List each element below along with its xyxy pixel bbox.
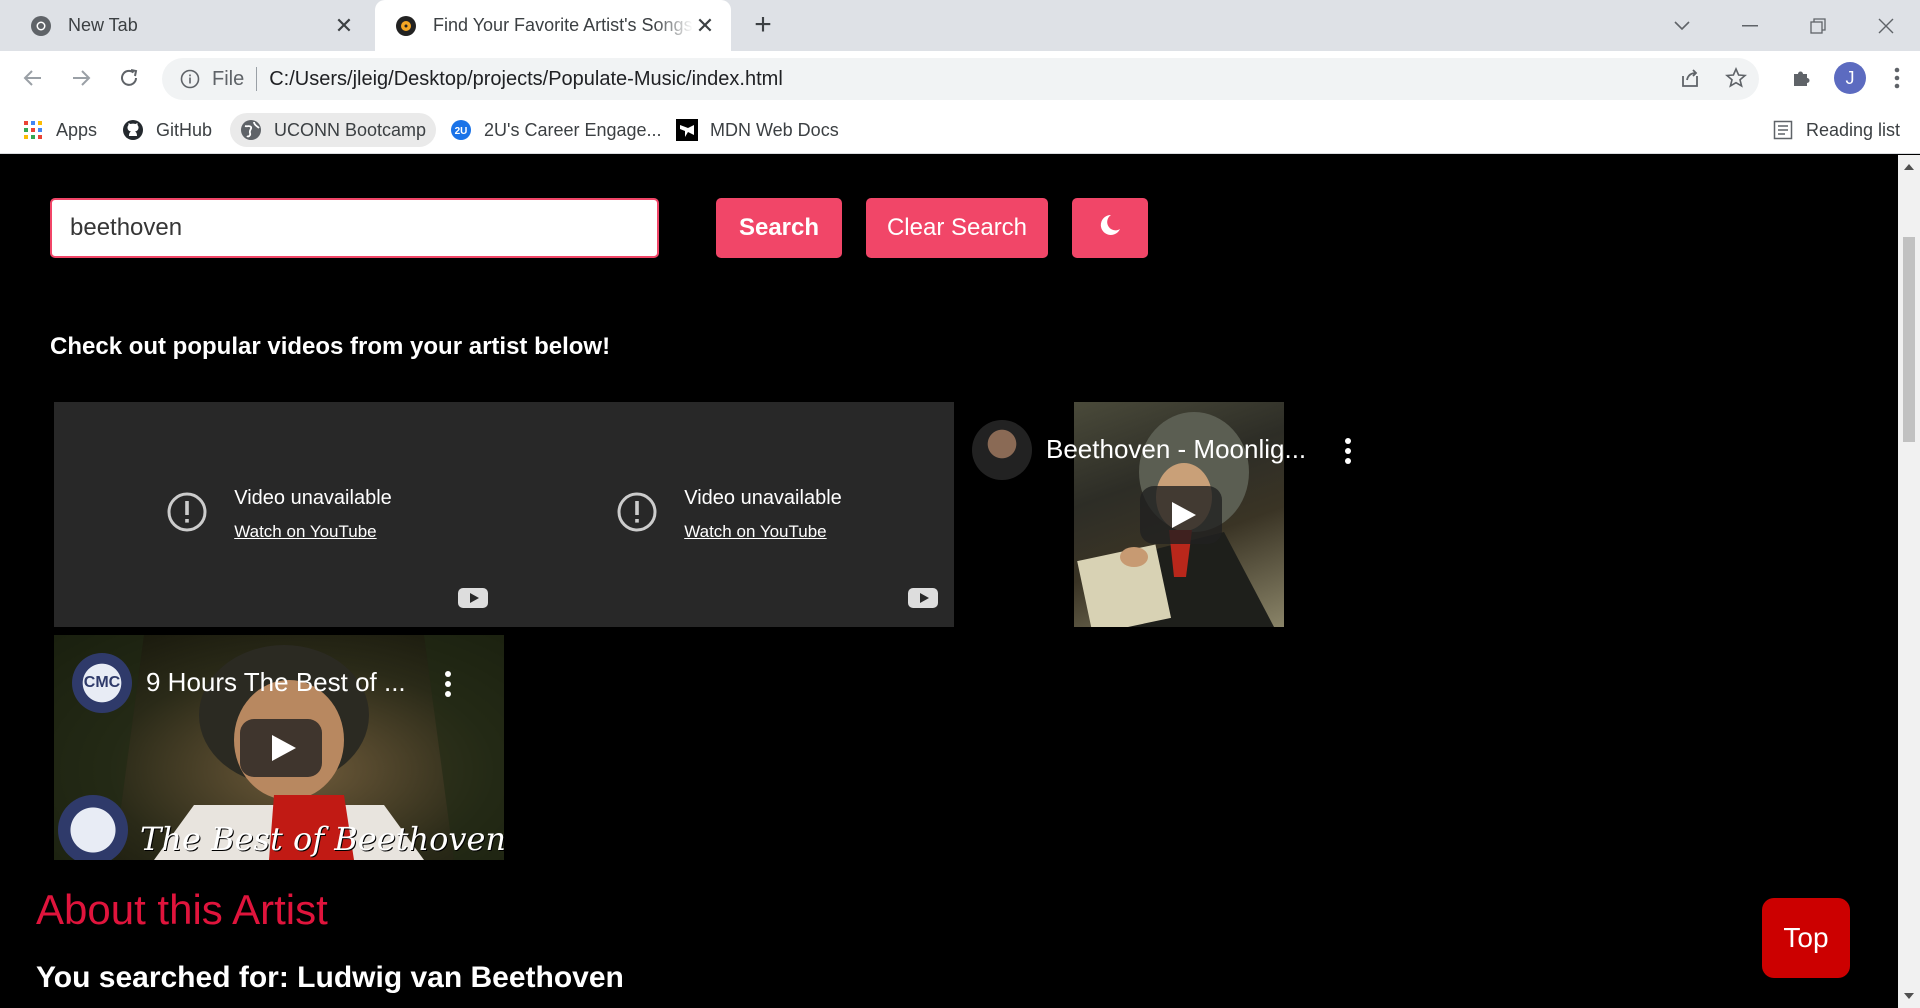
bookmark-label: 2U's Career Engage... bbox=[484, 119, 662, 140]
2u-icon: 2U bbox=[450, 119, 472, 141]
chrome-icon bbox=[30, 15, 52, 37]
channel-avatar[interactable] bbox=[972, 420, 1032, 480]
more-vert-icon[interactable] bbox=[1874, 67, 1920, 89]
video-unavailable-text: Video unavailable bbox=[684, 487, 842, 509]
more-vert-icon[interactable] bbox=[444, 671, 452, 697]
dark-mode-toggle-button[interactable] bbox=[1072, 198, 1148, 258]
share-icon[interactable] bbox=[1679, 67, 1701, 94]
bookmark-label: GitHub bbox=[156, 119, 213, 140]
extensions-puzzle-icon[interactable] bbox=[1776, 67, 1826, 89]
tab-label: Find Your Favorite Artist's Songs bbox=[433, 15, 693, 35]
profile-initial: J bbox=[1834, 62, 1866, 94]
video-unavailable-text: Video unavailable bbox=[234, 487, 392, 509]
tab-artist-songs[interactable]: Find Your Favorite Artist's Songs ✕ bbox=[375, 0, 731, 51]
close-icon[interactable]: ✕ bbox=[693, 13, 717, 38]
reading-list-label: Reading list bbox=[1806, 119, 1901, 140]
back-arrow-icon[interactable] bbox=[16, 61, 50, 95]
page-content: Search Clear Search Check out popular vi… bbox=[0, 155, 1898, 1008]
url-scheme-label: File bbox=[212, 67, 245, 90]
globe-icon bbox=[240, 119, 262, 141]
youtube-logo-icon[interactable] bbox=[458, 588, 488, 608]
moon-icon bbox=[1097, 212, 1123, 245]
bookmark-label: Apps bbox=[56, 119, 98, 140]
video-title[interactable]: 9 Hours The Best of ... bbox=[146, 667, 406, 698]
window-close-icon[interactable] bbox=[1852, 4, 1920, 48]
bookmark-label: MDN Web Docs bbox=[710, 119, 839, 140]
video-player-best-of-beethoven[interactable]: CMC 9 Hours The Best of ... The Best of … bbox=[54, 635, 504, 860]
play-button-icon[interactable] bbox=[240, 719, 322, 777]
unavailable-message: Video unavailable Watch on YouTube bbox=[616, 487, 842, 542]
scroll-up-arrow-icon[interactable] bbox=[1898, 157, 1920, 177]
browser-toolbar: File C:/Users/jleig/Desktop/projects/Pop… bbox=[0, 51, 1920, 106]
watch-on-youtube-link[interactable]: Watch on YouTube bbox=[684, 522, 842, 542]
alert-circle-icon bbox=[166, 491, 208, 538]
tab-search-chevron-icon[interactable] bbox=[1648, 4, 1716, 48]
more-vert-icon[interactable] bbox=[1344, 438, 1352, 464]
youtube-logo-icon[interactable] bbox=[908, 588, 938, 608]
artist-search-input[interactable] bbox=[50, 198, 659, 258]
profile-avatar[interactable]: J bbox=[1826, 62, 1874, 94]
vertical-scrollbar[interactable] bbox=[1898, 155, 1920, 1008]
address-bar[interactable]: File C:/Users/jleig/Desktop/projects/Pop… bbox=[162, 58, 1759, 100]
url-text[interactable]: C:/Users/jleig/Desktop/projects/Populate… bbox=[269, 68, 783, 91]
reading-list-icon bbox=[1772, 119, 1794, 141]
svg-text:2U: 2U bbox=[455, 126, 468, 137]
bookmark-2u-career[interactable]: 2U 2U's Career Engage... bbox=[440, 113, 672, 147]
searched-for-text: You searched for: Ludwig van Beethoven bbox=[36, 961, 624, 994]
github-icon bbox=[122, 119, 144, 141]
channel-avatar[interactable]: CMC bbox=[72, 653, 132, 713]
unavailable-message: Video unavailable Watch on YouTube bbox=[166, 487, 392, 542]
omnibox-divider bbox=[256, 67, 258, 91]
bookmark-mdn-web-docs[interactable]: MDN Web Docs bbox=[666, 113, 849, 147]
close-icon[interactable]: ✕ bbox=[332, 13, 356, 38]
videos-subtitle: Check out popular videos from your artis… bbox=[50, 333, 611, 360]
clear-search-button[interactable]: Clear Search bbox=[866, 198, 1048, 258]
new-tab-plus-icon[interactable]: + bbox=[748, 8, 778, 41]
tab-new-tab[interactable]: New Tab ✕ bbox=[10, 0, 370, 51]
window-controls bbox=[1648, 0, 1920, 51]
video-title[interactable]: Beethoven - Moonlig... bbox=[1046, 434, 1306, 465]
watch-on-youtube-link[interactable]: Watch on YouTube bbox=[234, 522, 392, 542]
forward-arrow-icon[interactable] bbox=[64, 61, 98, 95]
bookmark-star-icon[interactable] bbox=[1725, 66, 1747, 94]
minimize-icon[interactable] bbox=[1716, 4, 1784, 48]
restore-icon[interactable] bbox=[1784, 4, 1852, 48]
alert-circle-icon bbox=[616, 491, 658, 538]
mdn-icon bbox=[676, 119, 698, 141]
thumbnail-overlay-text: The Best of Beethoven bbox=[140, 820, 504, 858]
scrollbar-thumb[interactable] bbox=[1903, 237, 1915, 442]
toolbar-right: J bbox=[1776, 61, 1920, 95]
back-to-top-button[interactable]: Top bbox=[1762, 898, 1850, 978]
video-player-unavailable[interactable]: Video unavailable Watch on YouTube bbox=[504, 402, 954, 627]
reload-icon[interactable] bbox=[112, 61, 146, 95]
video-player-unavailable[interactable]: Video unavailable Watch on YouTube bbox=[54, 402, 504, 627]
play-button-icon[interactable] bbox=[1140, 486, 1222, 544]
reading-list-button[interactable]: Reading list bbox=[1762, 113, 1910, 147]
video-player-moonlight[interactable]: Beethoven - Moonlig... bbox=[954, 402, 1404, 627]
about-artist-heading: About this Artist bbox=[36, 886, 328, 933]
bookmarks-bar: Apps GitHub UCONN Bootcamp 2U 2U's Caree… bbox=[0, 106, 1920, 154]
bookmark-uconn-bootcamp[interactable]: UCONN Bootcamp bbox=[230, 113, 437, 147]
info-icon[interactable] bbox=[178, 67, 202, 91]
bookmark-label: UCONN Bootcamp bbox=[274, 119, 427, 140]
bookmark-github[interactable]: GitHub bbox=[112, 113, 222, 147]
scroll-down-arrow-icon[interactable] bbox=[1898, 986, 1920, 1006]
tab-label: New Tab bbox=[68, 15, 138, 35]
cmc-logo bbox=[58, 795, 128, 860]
search-button[interactable]: Search bbox=[716, 198, 842, 258]
tab-strip: New Tab ✕ Find Your Favorite Artist's So… bbox=[0, 0, 1920, 51]
vinyl-record-icon bbox=[395, 15, 417, 37]
bookmark-apps[interactable]: Apps bbox=[12, 113, 107, 147]
apps-grid-icon bbox=[22, 119, 44, 141]
